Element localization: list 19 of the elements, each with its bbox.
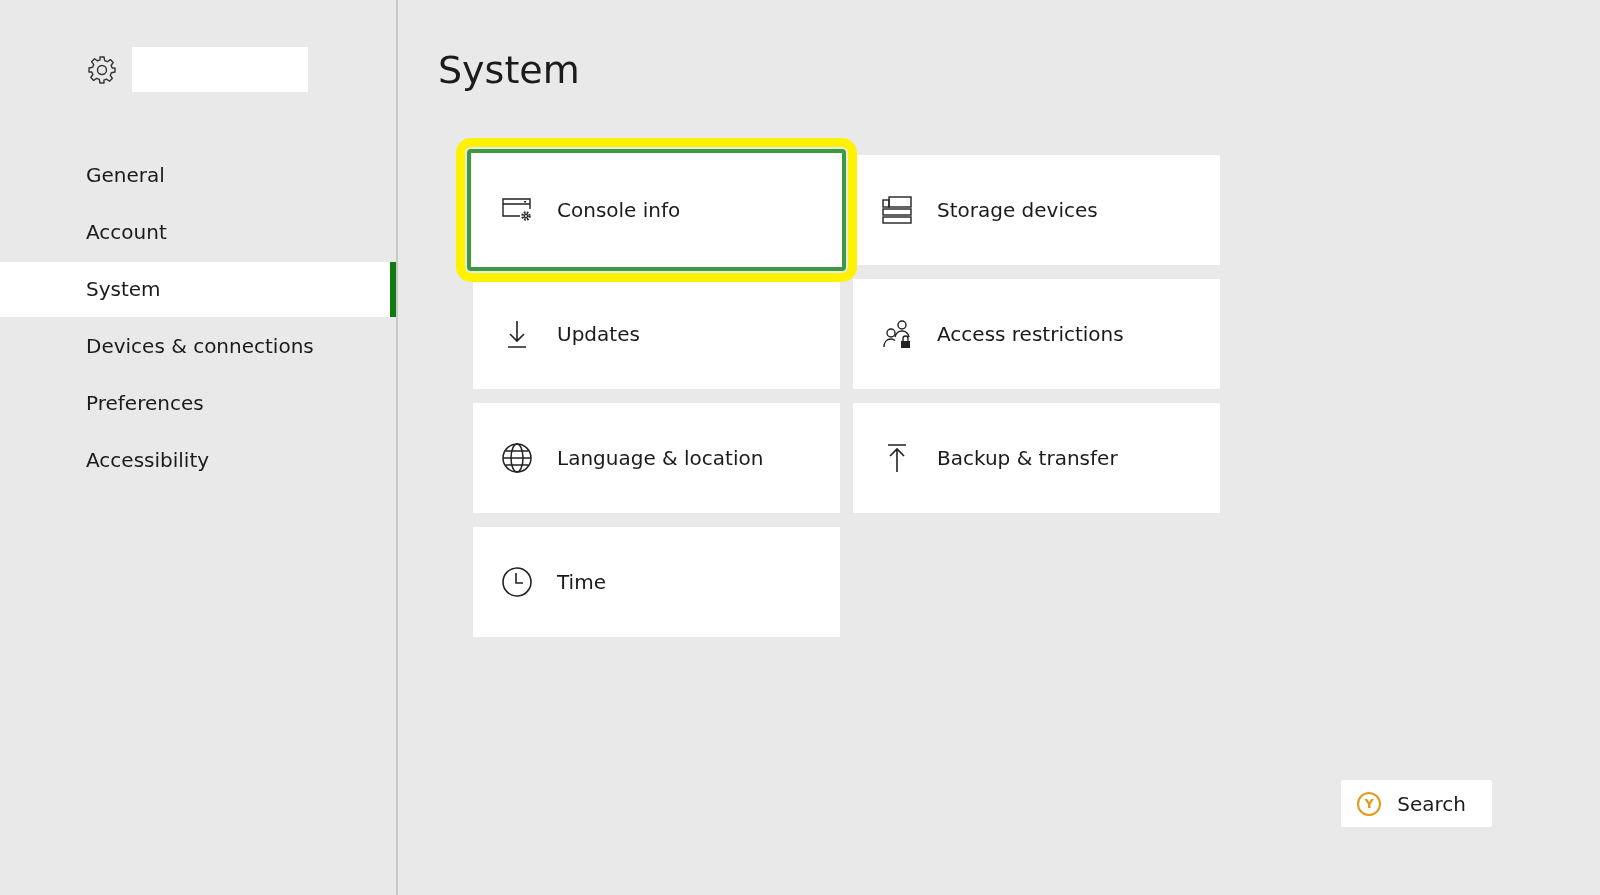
sidebar-item[interactable]: System	[0, 262, 396, 317]
settings-tile[interactable]: Language & location	[473, 403, 840, 513]
settings-tile[interactable]: Backup & transfer	[853, 403, 1220, 513]
settings-tile[interactable]: Access restrictions	[853, 279, 1220, 389]
sidebar-item[interactable]: Accessibility	[0, 433, 396, 488]
clock-icon	[501, 566, 533, 598]
settings-tile[interactable]: Time	[473, 527, 840, 637]
storage-drives-icon	[881, 194, 913, 226]
sidebar-item[interactable]: Account	[0, 205, 396, 260]
globe-icon	[501, 442, 533, 474]
settings-tile[interactable]: Updates	[473, 279, 840, 389]
sidebar-item[interactable]: General	[0, 148, 396, 203]
settings-icon	[86, 53, 118, 86]
page-title: System	[438, 47, 581, 94]
search-button[interactable]: Y Search	[1341, 780, 1492, 827]
y-button-icon: Y	[1357, 791, 1382, 816]
people-lock-icon	[881, 318, 913, 350]
sidebar-item[interactable]: Preferences	[0, 376, 396, 431]
sidebar-item[interactable]: Devices & connections	[0, 319, 396, 374]
